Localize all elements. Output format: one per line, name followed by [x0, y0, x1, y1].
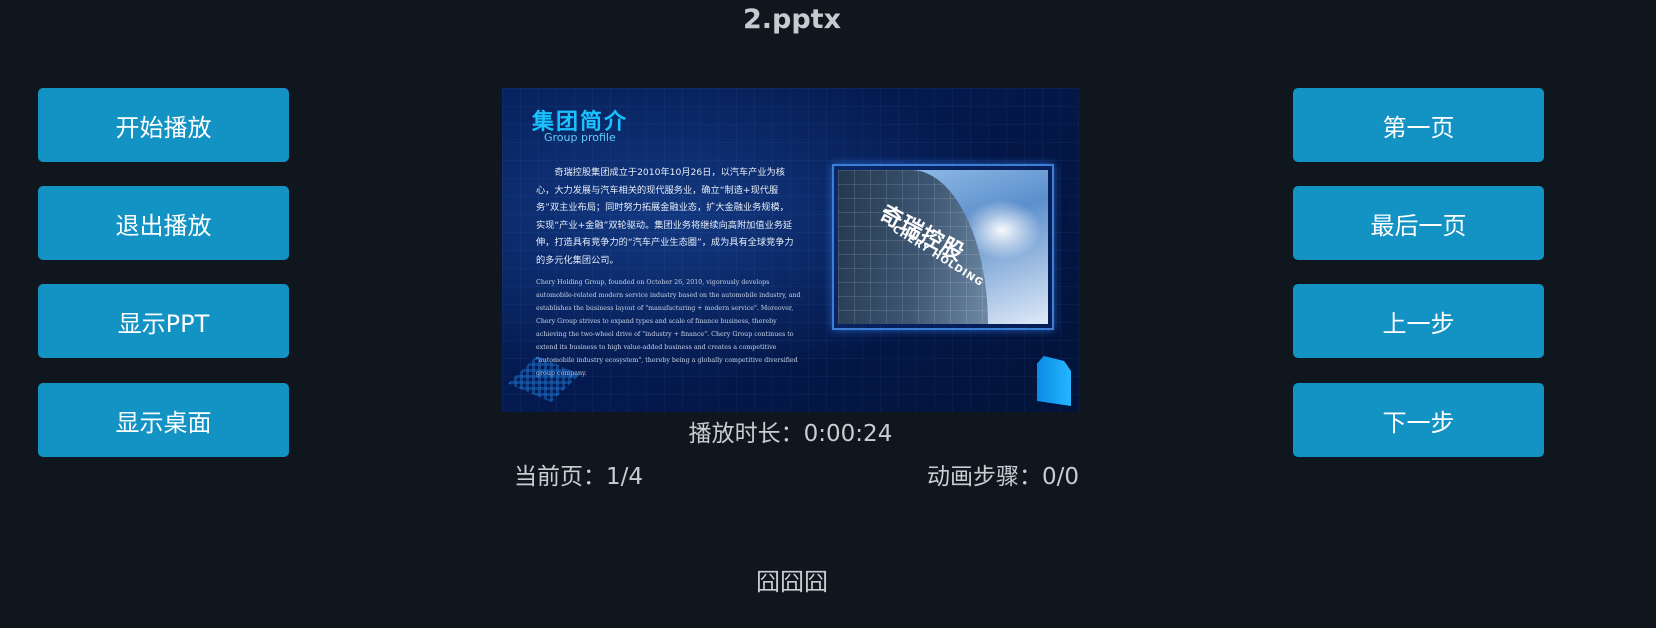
first-page-button[interactable]: 第一页 — [1293, 88, 1544, 162]
start-play-button[interactable]: 开始播放 — [38, 88, 289, 162]
slide-subheading: Group profile — [544, 131, 616, 144]
exit-play-button[interactable]: 退出播放 — [38, 186, 289, 260]
window-title: 2.pptx — [742, 4, 842, 35]
current-page: 当前页：1/4 — [514, 464, 644, 490]
slide-body-chinese: 奇瑞控股集团成立于2010年10月26日，以汽车产业为核心，大力发展与汽车相关的… — [536, 167, 794, 266]
ppt-control-window: 2.pptx 开始播放 退出播放 显示PPT 显示桌面 集团简介 Group p… — [0, 0, 1656, 628]
slide-preview: 集团简介 Group profile 奇瑞控股集团成立于2010年10月26日，… — [502, 88, 1079, 412]
next-step-button[interactable]: 下一步 — [1293, 383, 1544, 457]
play-duration: 播放时长：0:00:24 — [688, 421, 893, 447]
previous-step-button[interactable]: 上一步 — [1293, 284, 1544, 358]
show-ppt-button[interactable]: 显示PPT — [38, 284, 289, 358]
last-page-button[interactable]: 最后一页 — [1293, 186, 1544, 260]
slide-body-english: Chery Holding Group, founded on October … — [536, 279, 801, 377]
building-photo: 奇瑞控股 CHERY HOLDING — [838, 170, 1048, 324]
animation-steps: 动画步骤：0/0 — [926, 464, 1079, 490]
show-desktop-button[interactable]: 显示桌面 — [38, 383, 289, 457]
footer-glyphs: 囧囧囧 — [756, 568, 828, 596]
slide-photo-frame: 奇瑞控股 CHERY HOLDING — [832, 164, 1054, 330]
